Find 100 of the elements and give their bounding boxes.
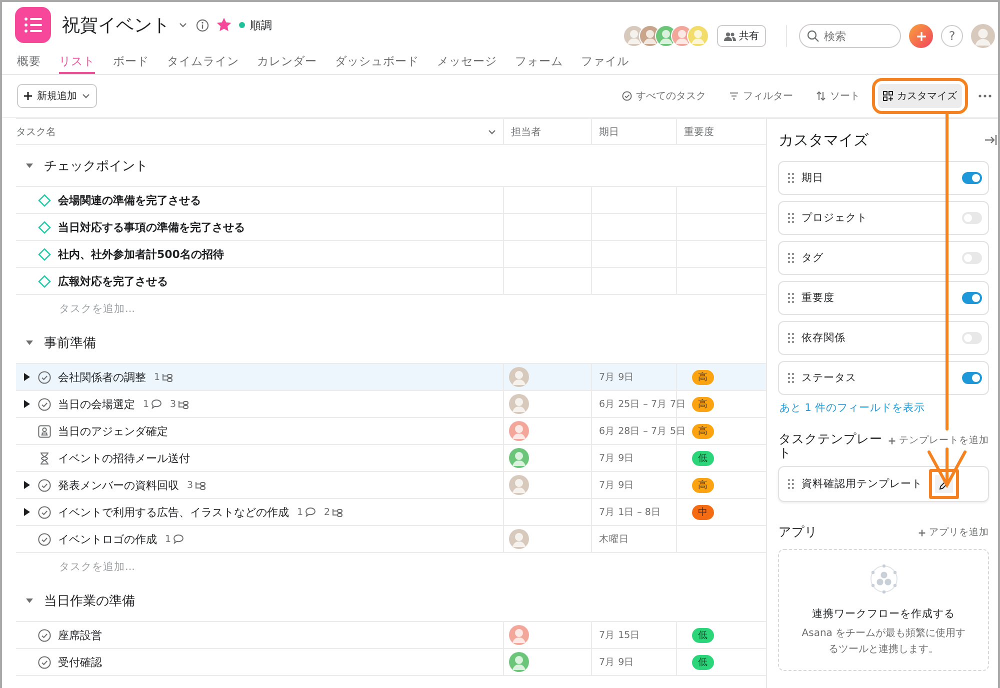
expand-caret-icon[interactable] xyxy=(24,481,30,489)
task-row[interactable]: 広報対応を完了させる xyxy=(16,268,766,295)
check-circle-icon[interactable] xyxy=(38,398,51,410)
share-button[interactable]: 共有 xyxy=(717,25,766,47)
plus-icon xyxy=(916,30,926,42)
task-row[interactable]: イベントで利用する広告、イラストなどの作成 1 2 7月 1日 – 8日 中 xyxy=(16,499,766,526)
view-tab[interactable]: ボード xyxy=(113,50,149,74)
view-tab[interactable]: カレンダー xyxy=(257,50,317,74)
add-button[interactable] xyxy=(909,24,933,48)
drag-handle-icon[interactable] xyxy=(788,479,794,489)
column-header: 重要度 xyxy=(684,126,714,138)
section-title: アプリ xyxy=(778,524,818,538)
drag-handle-icon[interactable] xyxy=(788,293,794,303)
task-name: 受付確認 xyxy=(58,654,102,670)
toolbar-button[interactable]: ソート xyxy=(811,84,865,108)
task-name: 座席設営 xyxy=(58,628,102,642)
collapse-panel-icon[interactable] xyxy=(985,135,997,145)
collapse-caret-icon[interactable] xyxy=(25,161,34,170)
add-app-link[interactable]: アプリを追加 xyxy=(918,526,989,539)
task-row[interactable]: 会場関連の準備を完了させる xyxy=(16,187,766,214)
expand-caret-icon[interactable] xyxy=(24,400,30,408)
task-name: 当日の会場選定 xyxy=(58,396,135,412)
sort-icon xyxy=(816,91,826,101)
subtask-icon xyxy=(195,480,206,490)
task-row[interactable]: 座席設営 7月 15日 低 xyxy=(16,622,766,649)
task-row[interactable]: 会社関係者の調整 1 7月 9日 高 xyxy=(16,364,766,391)
check-circle-icon[interactable] xyxy=(38,506,51,518)
expand-caret-icon[interactable] xyxy=(24,508,30,516)
priority-tag: 高 xyxy=(692,424,714,438)
status-button[interactable]: 順調 xyxy=(239,18,272,32)
section-title: 当日作業の準備 xyxy=(44,592,135,610)
plus-icon xyxy=(888,436,896,444)
field-label: 依存関係 xyxy=(801,331,846,345)
task-row[interactable]: 当日のアジェンダ確定 6月 28日 – 7月 5日 高 xyxy=(16,418,766,445)
template-card[interactable]: 資料確認用テンプレート xyxy=(778,466,989,502)
empty-title: 連携ワークフローを作成する xyxy=(812,606,956,620)
view-tab[interactable]: フォーム xyxy=(515,50,563,74)
view-tab[interactable]: ファイル xyxy=(581,50,629,74)
toolbar-button[interactable]: カスタマイズ xyxy=(878,84,962,108)
subtask-count: 3 xyxy=(187,480,194,490)
add-template-link[interactable]: テンプレートを追加 xyxy=(888,434,989,447)
priority-tag: 高 xyxy=(692,396,714,412)
info-icon[interactable] xyxy=(196,18,209,32)
expand-caret-icon[interactable] xyxy=(24,373,30,381)
view-tab[interactable]: メッセージ xyxy=(437,50,497,74)
grid-plus-icon xyxy=(883,91,893,101)
toolbar-button[interactable]: すべてのタスク xyxy=(617,84,711,108)
comment-count: 1 xyxy=(165,534,172,544)
approval-icon[interactable] xyxy=(38,424,51,438)
view-tab[interactable]: ダッシュボード xyxy=(335,50,419,74)
task-name: イベントで利用する広告、イラストなどの作成 xyxy=(58,504,289,520)
drag-handle-icon[interactable] xyxy=(788,333,794,343)
search-field[interactable]: 検索 xyxy=(799,24,901,48)
help-button[interactable]: ? xyxy=(941,25,963,47)
drag-handle-icon[interactable] xyxy=(788,373,794,383)
list-icon xyxy=(24,17,42,33)
filter-icon xyxy=(729,92,739,100)
drag-handle-icon[interactable] xyxy=(788,253,794,263)
field-label: 期日 xyxy=(801,171,824,185)
collapse-caret-icon[interactable] xyxy=(25,596,34,605)
task-row[interactable]: 当日の会場選定 1 3 6月 25日 – 7月 7日 高 xyxy=(16,391,766,418)
check-circle-icon[interactable] xyxy=(38,628,51,642)
subtask-icon xyxy=(178,400,190,408)
new-button[interactable]: 新規追加 xyxy=(17,84,97,108)
chevron-down-icon[interactable] xyxy=(178,20,188,30)
plus-icon xyxy=(23,91,33,101)
task-name: 広報対応を完了させる xyxy=(58,274,168,288)
priority-tag: 高 xyxy=(692,370,714,384)
task-row[interactable]: イベントの招待メール送付 7月 9日 低 xyxy=(16,445,766,472)
priority-tag: 中 xyxy=(692,504,714,520)
drag-handle-icon[interactable] xyxy=(788,173,794,183)
check-circle-icon[interactable] xyxy=(38,532,51,546)
section-title: 事前準備 xyxy=(44,334,96,352)
star-icon[interactable] xyxy=(217,18,231,32)
template-name: 資料確認用テンプレート xyxy=(801,477,922,491)
column-header: 担当者 xyxy=(511,126,541,138)
due-date: 6月 28日 – 7月 5日 xyxy=(599,424,686,438)
task-row[interactable]: 受付確認 7月 9日 低 xyxy=(16,649,766,676)
subtask-icon xyxy=(162,372,174,382)
section-title: チェックポイント xyxy=(44,158,148,174)
task-row[interactable]: 当日対応する事項の準備を完了させる xyxy=(16,214,766,241)
drag-handle-icon[interactable] xyxy=(788,213,794,223)
toggle-switch[interactable] xyxy=(962,172,982,184)
check-circle-icon[interactable] xyxy=(38,370,51,384)
check-circle-icon[interactable] xyxy=(38,478,51,492)
toggle-switch[interactable] xyxy=(962,372,982,384)
view-tab[interactable]: 概要 xyxy=(17,50,41,74)
collapse-caret-icon[interactable] xyxy=(25,338,34,347)
task-row[interactable]: イベントロゴの作成 1 木曜日 xyxy=(16,526,766,553)
more-icon[interactable] xyxy=(978,94,992,98)
view-tab[interactable]: タイムライン xyxy=(167,50,239,74)
hourglass-icon[interactable] xyxy=(38,452,51,464)
task-row[interactable]: 発表メンバーの資料回収 3 7月 9日 高 xyxy=(16,472,766,499)
toolbar-button[interactable]: フィルター xyxy=(724,84,798,108)
task-row[interactable]: 社内、社外参加者計500名の招待 xyxy=(16,241,766,268)
toggle-switch[interactable] xyxy=(962,292,982,304)
due-date: 木曜日 xyxy=(599,532,629,546)
check-circle-icon[interactable] xyxy=(38,656,51,668)
task-name: イベントロゴの作成 xyxy=(58,532,157,546)
search-icon xyxy=(807,30,819,42)
